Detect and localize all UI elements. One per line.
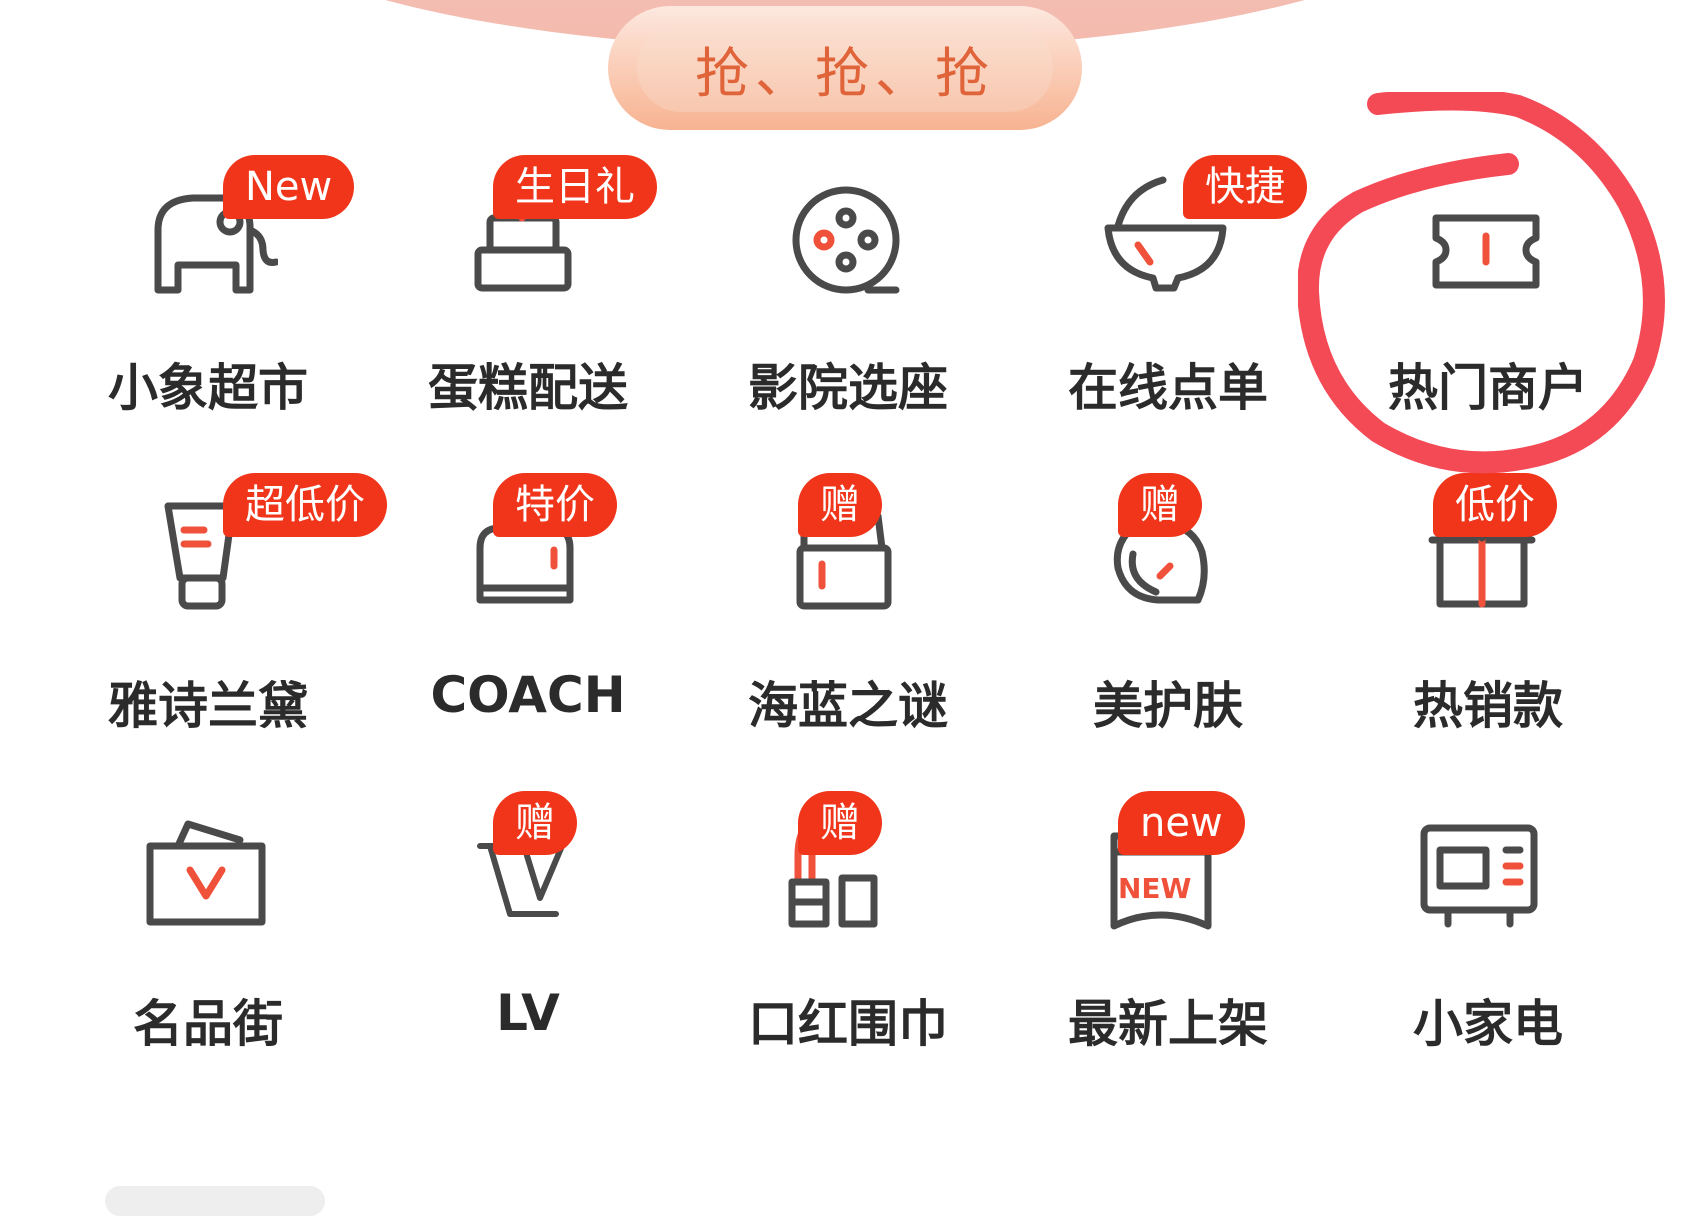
badge: 赠 [493, 791, 577, 855]
grid-item-skincare[interactable]: 赠 美护肤 [1008, 318, 1328, 735]
badge: 快捷 [1183, 155, 1307, 219]
badge: 超低价 [223, 473, 387, 537]
hand-drawn-circle-annotation [1298, 92, 1665, 474]
grid-item-xiaoxiang-market[interactable]: New 小象超市 [48, 0, 368, 417]
grid-item-label: 最新上架 [1068, 995, 1268, 1053]
bottom-scroll-indicator [105, 1186, 325, 1216]
grid-item-cake-delivery[interactable]: 生日礼 蛋糕配送 [368, 0, 688, 417]
grid-item-cinema-seats[interactable]: 影院选座 [688, 0, 1008, 417]
grid-item-label: LV [496, 984, 560, 1042]
badge: 赠 [1118, 473, 1202, 537]
grid-item-estee-lauder[interactable]: 超低价 雅诗兰黛 [48, 318, 387, 735]
shopping-bag-v-icon [138, 786, 278, 936]
svg-text:NEW: NEW [1118, 872, 1192, 905]
grid-item-coach[interactable]: 特价 COACH [368, 318, 688, 724]
badge: new [1118, 791, 1245, 855]
badge: 赠 [798, 473, 882, 537]
grid-item-lv[interactable]: 赠 LV [368, 636, 688, 1042]
badge: 赠 [798, 791, 882, 855]
grid-item-label: 口红围巾 [748, 995, 948, 1053]
badge: 生日礼 [493, 155, 657, 219]
grid-item-small-appliances[interactable]: 小家电 [1328, 636, 1648, 1053]
grid-item-online-order[interactable]: 快捷 在线点单 [1008, 0, 1328, 417]
film-reel-icon [778, 150, 918, 300]
grid-item-new-arrivals[interactable]: NEW new 最新上架 [1008, 636, 1328, 1053]
grid-item-la-mer[interactable]: 赠 海蓝之谜 [688, 318, 1008, 735]
grid-item-label: 名品街 [133, 995, 283, 1053]
grid-item-lipstick-scarf[interactable]: 赠 口红围巾 [688, 636, 1008, 1053]
badge: 特价 [493, 473, 617, 537]
grid-item-label: 小家电 [1413, 995, 1563, 1053]
microwave-icon [1418, 786, 1558, 936]
grid-item-brand-street[interactable]: 名品街 [48, 636, 368, 1053]
badge: New [223, 155, 355, 219]
